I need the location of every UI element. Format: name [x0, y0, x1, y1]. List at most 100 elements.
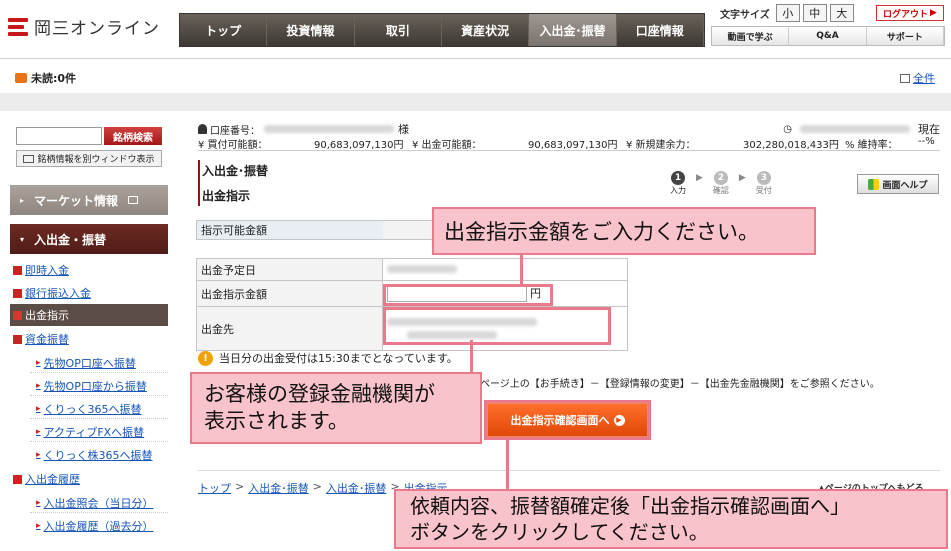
sidebar-deposit-transfer[interactable]: ▾ 入出金・振替	[10, 224, 168, 254]
page-title: 出金指示	[202, 189, 251, 203]
qa-link[interactable]: Q&A	[789, 27, 867, 45]
pointer-line	[506, 438, 509, 490]
mail-icon	[15, 73, 27, 83]
separate-window-label: 銘柄情報を別ウィンドウ表示	[37, 155, 155, 165]
step-label: 入力	[670, 186, 686, 195]
chevron-down-icon: ▾	[20, 234, 25, 244]
info-icon: !	[198, 350, 213, 366]
sidebar-item-instant-deposit[interactable]: 即時入金	[13, 262, 69, 278]
tab-deposit-transfer[interactable]: 入出金･振替	[529, 14, 617, 46]
buy-power-label: ¥ 買付可能額：	[198, 140, 268, 151]
sidebar-item-fund-transfer[interactable]: 資金振替	[13, 331, 69, 347]
triangle-icon: ▸	[36, 498, 41, 508]
font-size-small-button[interactable]: 小	[775, 4, 800, 22]
callout-amount: 出金指示金額をご入力ください。	[432, 207, 816, 255]
all-link-label: 全件	[913, 72, 935, 85]
tab-assets[interactable]: 資産状況	[441, 14, 530, 46]
callout-confirm: 依頼内容、振替額確定後「出金指示確認画面へ」 ボタンをクリックしてください。	[394, 489, 948, 549]
available-amount-label: 指示可能金額	[197, 221, 383, 239]
tab-top[interactable]: トップ	[180, 14, 268, 46]
font-size-medium-button[interactable]: 中	[802, 4, 827, 22]
tab-trade[interactable]: 取引	[354, 14, 442, 46]
margin-label: ¥ 新規建余力：	[626, 140, 696, 151]
triangle-icon: ▸	[36, 450, 41, 460]
sidebar-item-label: 入出金照会（当日分）	[43, 497, 154, 510]
sidebar-item-history-past[interactable]: ▸ 入出金履歴（過去分）	[36, 518, 154, 534]
step-number: 1	[671, 171, 685, 185]
sidebar-market-label: マーケット情報	[34, 193, 119, 208]
bullet-icon	[13, 288, 22, 298]
triangle-icon: ▸	[36, 404, 41, 414]
pointer-line	[470, 340, 473, 374]
sidebar-item-withdraw[interactable]: 出金指示	[10, 304, 168, 326]
step-number: 3	[756, 171, 771, 185]
breadcrumb-top[interactable]: トップ	[198, 480, 231, 496]
logout-button[interactable]: ログアウト ▶	[876, 5, 944, 21]
unread-count: 未読:0件	[31, 72, 77, 85]
screen-help-button[interactable]: 画面ヘルプ	[857, 174, 939, 194]
okasan-logo[interactable]: 岡三オンライン	[8, 14, 160, 39]
step-label: 受付	[755, 186, 772, 195]
divider	[30, 441, 168, 442]
date-label: 出金予定日	[196, 258, 383, 281]
sidebar-item-futures-from[interactable]: ▸ 先物OP口座から振替	[36, 378, 147, 394]
sidebar-item-futures-to[interactable]: ▸ 先物OP口座へ振替	[36, 355, 136, 371]
tab-investment-info[interactable]: 投資情報	[267, 14, 355, 46]
ratio-label: % 維持率：	[845, 140, 898, 151]
account-number-label: 口座番号：	[210, 125, 260, 137]
divider	[198, 470, 940, 471]
help-label: 画面ヘルプ	[882, 180, 928, 191]
sidebar-item-label: くりっく株365へ振替	[43, 449, 153, 462]
symbol-search-input[interactable]	[16, 127, 102, 145]
sidebar-item-history-today[interactable]: ▸ 入出金照会（当日分）	[36, 495, 154, 511]
withdrawable-value: 90,683,097,130円	[528, 140, 618, 151]
step-number: 2	[713, 171, 728, 185]
step-input: 1 入力	[670, 171, 686, 196]
symbol-search-button[interactable]: 銘柄検索	[104, 127, 162, 145]
font-size-large-button[interactable]: 大	[829, 4, 854, 22]
main-nav: トップ 投資情報 取引 資産状況 入出金･振替 口座情報	[179, 13, 705, 47]
callout-destination: お客様の登録金融機関が 表示されます。	[190, 372, 482, 444]
sidebar-item-click-kabu365[interactable]: ▸ くりっく株365へ振替	[36, 447, 153, 463]
sidebar-item-label: 入出金履歴	[25, 473, 80, 486]
ratio-value: --%	[918, 136, 935, 147]
sidebar-item-label: 出金指示	[25, 309, 69, 322]
all-messages-link[interactable]: 全件	[900, 70, 935, 86]
step-label: 確認	[712, 186, 729, 195]
sidebar-item-click365[interactable]: ▸ くりっく365へ振替	[36, 401, 142, 417]
callout-destination-line1: お客様の登録金融機関が	[204, 382, 435, 406]
symbol-search: 銘柄検索	[16, 127, 162, 145]
cutoff-text: 当日分の出金受付は15:30までとなっています。	[219, 352, 458, 365]
sidebar-io-label: 入出金・振替	[34, 232, 107, 247]
title-accent	[198, 160, 200, 206]
window-icon	[23, 154, 35, 163]
bullet-icon	[13, 334, 22, 344]
font-size-control: 文字サイズ 小 中 大	[720, 4, 854, 22]
withdrawable-label: ¥ 出金可能額：	[412, 140, 482, 151]
destination-highlight	[383, 307, 611, 345]
separate-window-button[interactable]: 銘柄情報を別ウィンドウ表示	[16, 150, 162, 167]
breadcrumb-deposit-transfer[interactable]: 入出金･振替	[326, 480, 387, 496]
help-icon	[868, 178, 880, 190]
unread-messages[interactable]: 未読:0件	[15, 70, 76, 86]
sidebar-item-active-fx[interactable]: ▸ アクティブFXへ振替	[36, 424, 144, 440]
triangle-icon: ▸	[36, 358, 41, 368]
video-link[interactable]: 動画で学ぶ	[712, 27, 790, 45]
arrow-right-icon: ▶	[696, 173, 703, 183]
tab-account-info[interactable]: 口座情報	[616, 14, 704, 46]
sidebar-item-bank-deposit[interactable]: 銀行振込入金	[13, 285, 91, 301]
support-link[interactable]: サポート	[867, 27, 944, 45]
margin-value: 302,280,018,433円	[743, 140, 839, 151]
user-icon	[198, 124, 207, 134]
page-category: 入出金･振替	[202, 164, 269, 178]
confirm-highlight	[484, 400, 651, 440]
bullet-icon	[13, 474, 22, 484]
breadcrumb-deposit[interactable]: 入出金･振替	[248, 480, 309, 496]
sidebar-item-history[interactable]: 入出金履歴	[13, 471, 80, 487]
sidebar-market-info[interactable]: ▸ マーケット情報	[10, 185, 168, 215]
page-title-block: 入出金･振替 出金指示	[198, 156, 938, 208]
breadcrumb-sep: >	[235, 480, 245, 493]
date-value[interactable]	[382, 258, 628, 281]
font-size-label: 文字サイズ	[720, 9, 770, 21]
bullet-icon	[13, 310, 22, 320]
